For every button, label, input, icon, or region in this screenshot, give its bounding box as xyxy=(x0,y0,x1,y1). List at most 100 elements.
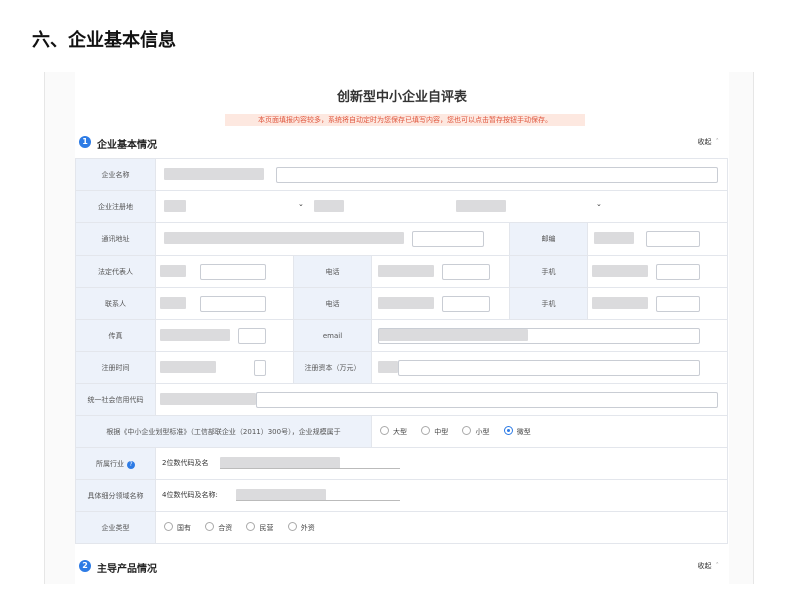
page-heading: 六、企业基本信息 xyxy=(32,30,176,51)
redacted-value xyxy=(594,232,634,244)
autosave-notice: 本页面填报内容较多，系统将自动定时为您保存已填写内容，您也可以点击暂存按钮手动保… xyxy=(225,114,585,126)
radio-icon xyxy=(205,522,215,531)
section-title: 主导产品情况 xyxy=(97,564,157,575)
redacted-value xyxy=(160,393,256,405)
fax-label: 传真 xyxy=(75,319,156,352)
form-screenshot: 创新型中小企业自评表 本页面填报内容较多，系统将自动定时为您保存已填写内容，您也… xyxy=(44,72,754,584)
niche-input[interactable] xyxy=(236,500,400,501)
legal-rep-label: 法定代表人 xyxy=(75,255,156,288)
section-title: 企业基本情况 xyxy=(97,140,157,151)
contact-mobile-input[interactable] xyxy=(656,296,700,312)
redacted-value xyxy=(164,200,186,212)
industry-label-cell: 所属行业? xyxy=(75,447,156,480)
company-name-input[interactable] xyxy=(276,167,718,183)
radio-icon xyxy=(164,522,173,531)
chevron-up-icon: ˆ xyxy=(715,562,720,570)
company-name-label: 企业名称 xyxy=(75,158,156,191)
radio-selected-icon xyxy=(503,426,513,435)
contact-input[interactable] xyxy=(200,296,266,312)
redacted-value xyxy=(160,361,216,373)
row-reg-date-capital: 注册时间 注册资本（万元） xyxy=(75,351,729,384)
redacted-value xyxy=(314,200,344,212)
row-company-type: 企业类型 国有 合资 民营 外资 xyxy=(75,511,729,544)
form-card: 创新型中小企业自评表 本页面填报内容较多，系统将自动定时为您保存已填写内容，您也… xyxy=(75,72,729,584)
company-type-label: 企业类型 xyxy=(75,511,156,544)
row-company-name: 企业名称 xyxy=(75,158,729,191)
row-scale: 根据《中小企业划型标准》（工信部联企业（2011）300号），企业规模属于 大型… xyxy=(75,415,729,448)
collapse-toggle[interactable]: 收起 ˆ xyxy=(698,561,720,571)
company-type-radio-group: 国有 合资 民营 外资 xyxy=(164,522,327,533)
postcode-label: 邮编 xyxy=(509,222,588,256)
row-legal-rep: 法定代表人 电话 手机 xyxy=(75,255,729,288)
collapse-toggle[interactable]: 收起 ˆ xyxy=(698,137,720,147)
row-industry: 所属行业? 2位数代码及名 xyxy=(75,447,729,480)
radio-icon xyxy=(462,426,472,435)
radio-icon xyxy=(380,426,389,435)
scale-option-medium[interactable]: 中型 xyxy=(421,426,448,437)
scale-option-micro[interactable]: 微型 xyxy=(503,426,531,437)
reg-capital-input[interactable] xyxy=(398,360,700,376)
help-icon[interactable]: ? xyxy=(127,460,135,469)
fax-input[interactable] xyxy=(238,328,266,344)
legal-rep-input[interactable] xyxy=(200,264,266,280)
section-number-badge: 2 xyxy=(79,560,91,572)
row-fax-email: 传真 email xyxy=(75,319,729,352)
redacted-value xyxy=(160,297,186,309)
row-niche: 具体细分领域名称 4位数代码及名称: xyxy=(75,479,729,512)
row-contact: 联系人 电话 手机 xyxy=(75,287,729,320)
credit-code-input[interactable] xyxy=(256,392,718,408)
legal-mobile-input[interactable] xyxy=(656,264,700,280)
collapse-label: 收起 xyxy=(697,138,712,146)
redacted-value xyxy=(456,200,506,212)
address-input[interactable] xyxy=(412,231,484,247)
type-option-state[interactable]: 国有 xyxy=(164,522,191,533)
legal-phone-input[interactable] xyxy=(442,264,490,280)
email-input[interactable] xyxy=(378,328,700,344)
contact-label: 联系人 xyxy=(75,287,156,320)
province-select[interactable]: ⌄ xyxy=(298,200,304,208)
credit-code-label: 统一社会信用代码 xyxy=(75,383,156,416)
section-header-basic-info: 1 企业基本情况 收起 ˆ xyxy=(79,134,727,154)
section-header-main-products: 2 主导产品情况 收起 ˆ xyxy=(79,558,727,578)
row-reg-location: 企业注册地 ⌄ ⌄ xyxy=(75,190,729,223)
type-option-jv[interactable]: 合资 xyxy=(205,522,232,533)
redacted-value xyxy=(164,232,404,244)
contact-phone-label: 电话 xyxy=(293,287,372,320)
legal-mobile-label: 手机 xyxy=(509,255,588,288)
scale-label: 根据《中小企业划型标准》（工信部联企业（2011）300号），企业规模属于 xyxy=(75,415,372,448)
reg-capital-label: 注册资本（万元） xyxy=(293,351,372,384)
contact-mobile-label: 手机 xyxy=(509,287,588,320)
redacted-value xyxy=(160,329,230,341)
reg-date-label: 注册时间 xyxy=(75,351,156,384)
redacted-value xyxy=(378,265,434,277)
radio-icon xyxy=(246,522,256,531)
redacted-value xyxy=(592,265,648,277)
scale-option-large[interactable]: 大型 xyxy=(380,426,407,437)
city-select[interactable]: ⌄ xyxy=(596,200,602,208)
industry-input[interactable] xyxy=(220,468,400,469)
redacted-value xyxy=(592,297,648,309)
email-label: email xyxy=(293,319,372,352)
industry-label: 所属行业 xyxy=(96,459,124,468)
redacted-value xyxy=(164,168,264,180)
contact-phone-input[interactable] xyxy=(442,296,490,312)
niche-value: 4位数代码及名称: xyxy=(162,491,218,499)
basic-info-table: 企业名称 企业注册地 ⌄ ⌄ 通讯地址 邮编 法定代表人 电话 手机 联系人 电… xyxy=(75,158,729,544)
section-number-badge: 1 xyxy=(79,136,91,148)
form-title: 创新型中小企业自评表 xyxy=(336,90,467,105)
industry-value: 2位数代码及名 xyxy=(162,459,209,467)
row-credit-code: 统一社会信用代码 xyxy=(75,383,729,416)
address-label: 通讯地址 xyxy=(75,222,156,256)
redacted-value xyxy=(160,265,186,277)
scale-radio-group: 大型 中型 小型 微型 xyxy=(380,426,543,437)
scale-option-small[interactable]: 小型 xyxy=(462,426,489,437)
niche-label: 具体细分领域名称 xyxy=(75,479,156,512)
type-option-foreign[interactable]: 外资 xyxy=(287,522,315,533)
redacted-value xyxy=(378,361,398,373)
postcode-input[interactable] xyxy=(646,231,700,247)
chevron-up-icon: ˆ xyxy=(715,138,720,146)
reg-date-input[interactable] xyxy=(254,360,266,376)
radio-icon xyxy=(287,522,297,531)
legal-phone-label: 电话 xyxy=(293,255,372,288)
type-option-private[interactable]: 民营 xyxy=(246,522,273,533)
